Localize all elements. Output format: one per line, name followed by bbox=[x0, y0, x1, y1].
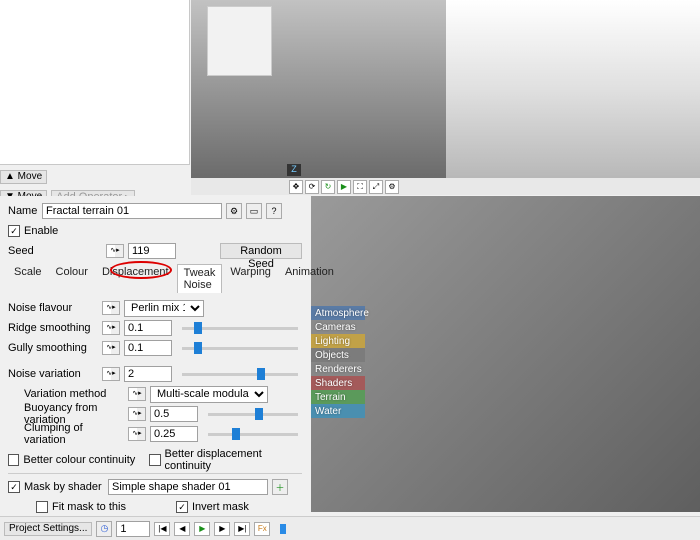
category-lighting[interactable]: Lighting bbox=[311, 334, 365, 348]
noise-flavour-select[interactable]: Perlin mix 1 bbox=[124, 300, 204, 317]
fit-mask-checkbox[interactable] bbox=[36, 501, 48, 513]
buoyancy-input[interactable] bbox=[150, 406, 198, 422]
frame-input[interactable] bbox=[116, 521, 150, 537]
clumping-label: Clumping of variation bbox=[24, 422, 124, 446]
node-network-view[interactable]: AtmosphereCamerasLightingObjectsRenderer… bbox=[311, 196, 700, 512]
variation-method-select[interactable]: Multi-scale modulator bbox=[150, 386, 268, 403]
category-tabs: AtmosphereCamerasLightingObjectsRenderer… bbox=[311, 306, 365, 418]
timeline-bar: Project Settings... ◷ |◀ ◀ ▶ ▶ ▶| Fx bbox=[0, 516, 700, 540]
fit-mask-label: Fit mask to this bbox=[52, 501, 152, 513]
clumping-slider[interactable] bbox=[208, 433, 298, 436]
colour-continuity-checkbox[interactable] bbox=[8, 454, 19, 466]
ridge-anim-icon[interactable]: ∿▸ bbox=[102, 321, 120, 335]
random-seed-button[interactable]: Random Seed bbox=[220, 243, 302, 259]
noise-variation-input[interactable] bbox=[124, 366, 172, 382]
colour-continuity-label: Better colour continuity bbox=[23, 454, 145, 466]
category-shaders[interactable]: Shaders bbox=[311, 376, 365, 390]
gully-smoothing-input[interactable] bbox=[124, 340, 172, 356]
tab-animation[interactable]: Animation bbox=[279, 264, 340, 293]
invert-mask-label: Invert mask bbox=[192, 501, 249, 513]
method-anim-icon[interactable]: ∿▸ bbox=[128, 387, 146, 401]
noise-flavour-label: Noise flavour bbox=[8, 302, 98, 314]
mask-shader-input[interactable] bbox=[108, 479, 268, 495]
clumping-anim-icon[interactable]: ∿▸ bbox=[128, 427, 146, 441]
preview-toolbar: ✥ ⟳ ↻ ▶ ⛶ ⤢ ⚙ bbox=[191, 178, 700, 195]
displacement-continuity-checkbox[interactable] bbox=[149, 454, 160, 466]
tool-expand-icon[interactable]: ⤢ bbox=[369, 180, 383, 194]
preview-thumbnail[interactable] bbox=[207, 6, 272, 76]
ridge-smoothing-label: Ridge smoothing bbox=[8, 322, 98, 334]
preview-link-icon[interactable]: ▭ bbox=[246, 203, 262, 219]
name-label: Name bbox=[8, 205, 38, 217]
category-renderers[interactable]: Renderers bbox=[311, 362, 365, 376]
clumping-input[interactable] bbox=[150, 426, 198, 442]
step-back-icon[interactable]: ◀ bbox=[174, 522, 190, 536]
name-input[interactable] bbox=[42, 203, 222, 219]
tool-pan-icon[interactable]: ✥ bbox=[289, 180, 303, 194]
enable-label: Enable bbox=[24, 225, 58, 237]
node-tree-panel bbox=[0, 0, 190, 165]
noise-variation-slider[interactable] bbox=[182, 373, 298, 376]
help-icon[interactable]: ? bbox=[266, 203, 282, 219]
go-end-icon[interactable]: ▶| bbox=[234, 522, 250, 536]
tab-scale[interactable]: Scale bbox=[8, 264, 48, 293]
step-forward-icon[interactable]: ▶ bbox=[214, 522, 230, 536]
gully-anim-icon[interactable]: ∿▸ bbox=[102, 341, 120, 355]
move-up-button[interactable]: ▲ Move bbox=[0, 170, 47, 184]
category-objects[interactable]: Objects bbox=[311, 348, 365, 362]
tool-gear-icon[interactable]: ⚙ bbox=[385, 180, 399, 194]
tab-warping[interactable]: Warping bbox=[224, 264, 277, 293]
seed-input[interactable] bbox=[128, 243, 176, 259]
enable-checkbox[interactable] bbox=[8, 225, 20, 237]
noise-variation-label: Noise variation bbox=[8, 368, 98, 380]
buoyancy-slider[interactable] bbox=[208, 413, 298, 416]
tool-play-icon[interactable]: ▶ bbox=[337, 180, 351, 194]
terrain-surface bbox=[446, 0, 700, 178]
add-shader-icon[interactable]: ＋ bbox=[272, 479, 288, 495]
tab-displacement[interactable]: Displacement bbox=[96, 264, 175, 293]
tab-colour[interactable]: Colour bbox=[50, 264, 94, 293]
tool-fit-icon[interactable]: ⛶ bbox=[353, 180, 367, 194]
property-panel: Name ⚙ ▭ ? Enable Seed ∿▸ Random Seed Sc… bbox=[0, 196, 310, 512]
seed-label: Seed bbox=[8, 245, 38, 257]
ridge-smoothing-slider[interactable] bbox=[182, 327, 298, 330]
ridge-smoothing-input[interactable] bbox=[124, 320, 172, 336]
seed-anim-icon[interactable]: ∿▸ bbox=[106, 244, 124, 258]
variation-anim-icon[interactable]: ∿▸ bbox=[102, 367, 120, 381]
variation-method-label: Variation method bbox=[24, 388, 124, 400]
timeline-playhead[interactable] bbox=[280, 524, 286, 534]
play-icon[interactable]: ▶ bbox=[194, 522, 210, 536]
mask-by-shader-checkbox[interactable] bbox=[8, 481, 20, 493]
project-settings-button[interactable]: Project Settings... bbox=[4, 522, 92, 536]
displacement-continuity-label: Better displacement continuity bbox=[165, 448, 302, 472]
timeline-settings-icon[interactable]: ◷ bbox=[96, 521, 112, 537]
invert-mask-checkbox[interactable] bbox=[176, 501, 188, 513]
record-icon[interactable]: Fx bbox=[254, 522, 270, 536]
category-water[interactable]: Water bbox=[311, 404, 365, 418]
gully-smoothing-label: Gully smoothing bbox=[8, 342, 98, 354]
tab-bar: Scale Colour Displacement Tweak Noise Wa… bbox=[8, 264, 302, 293]
category-cameras[interactable]: Cameras bbox=[311, 320, 365, 334]
tab-tweak-noise[interactable]: Tweak Noise bbox=[177, 264, 223, 293]
category-atmosphere[interactable]: Atmosphere bbox=[311, 306, 365, 320]
tool-refresh-icon[interactable]: ↻ bbox=[321, 180, 335, 194]
preview-3d[interactable]: Z bbox=[191, 0, 700, 178]
noise-flavour-anim-icon[interactable]: ∿▸ bbox=[102, 301, 120, 315]
go-start-icon[interactable]: |◀ bbox=[154, 522, 170, 536]
tool-rotate-icon[interactable]: ⟳ bbox=[305, 180, 319, 194]
category-terrain[interactable]: Terrain bbox=[311, 390, 365, 404]
settings-gear-icon[interactable]: ⚙ bbox=[226, 203, 242, 219]
gully-smoothing-slider[interactable] bbox=[182, 347, 298, 350]
preview-badge-icon: Z bbox=[287, 164, 301, 176]
mask-by-shader-label: Mask by shader bbox=[24, 481, 104, 493]
buoyancy-anim-icon[interactable]: ∿▸ bbox=[128, 407, 146, 421]
